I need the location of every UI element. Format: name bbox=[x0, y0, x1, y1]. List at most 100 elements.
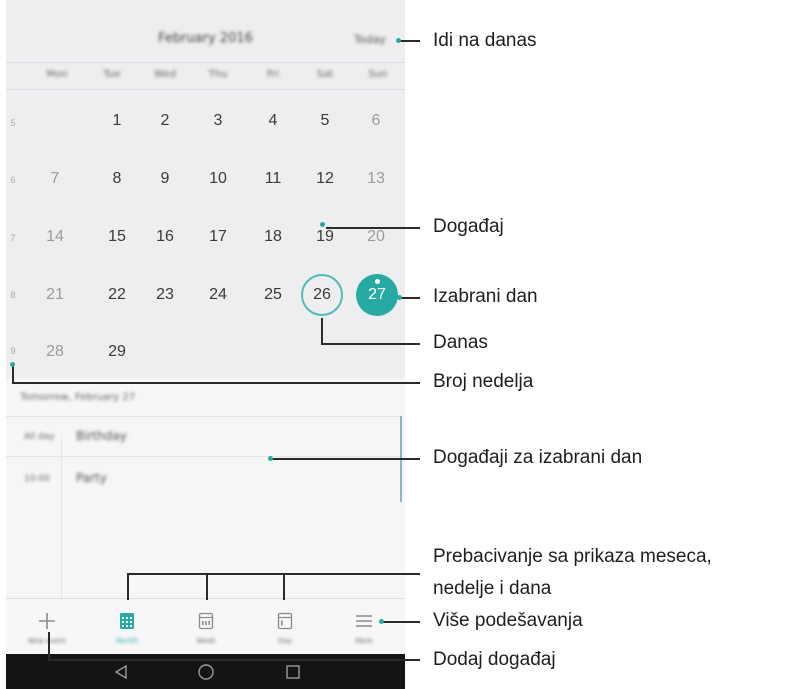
menu-icon bbox=[356, 615, 372, 627]
day-cell[interactable]: 15 bbox=[97, 228, 137, 246]
back-nav-icon[interactable] bbox=[113, 664, 129, 680]
day-cell-today[interactable]: 26 bbox=[302, 286, 342, 304]
day-cell[interactable]: 25 bbox=[253, 286, 293, 304]
day-cell[interactable]: 18 bbox=[253, 228, 293, 246]
event-item[interactable]: All day Birthday bbox=[6, 416, 400, 457]
leader-dot bbox=[396, 38, 401, 43]
annotation-add-event: Dodaj događaj bbox=[433, 649, 556, 670]
week-icon bbox=[198, 612, 214, 630]
week-number: 9 bbox=[10, 346, 16, 356]
leader-line bbox=[127, 573, 129, 600]
leader-line bbox=[283, 573, 285, 600]
event-title: Birthday bbox=[76, 429, 127, 443]
day-cell[interactable]: 24 bbox=[198, 286, 238, 304]
leader-line bbox=[326, 227, 420, 229]
event-dot bbox=[320, 222, 325, 227]
bottom-toolbar: New event Month Week Day More bbox=[6, 598, 405, 655]
today-button[interactable]: Today bbox=[354, 33, 386, 46]
tab-month[interactable]: Month bbox=[87, 599, 167, 655]
month-title: February 2016 bbox=[158, 31, 253, 46]
day-cell[interactable]: 2 bbox=[145, 112, 185, 130]
event-dot bbox=[375, 279, 380, 284]
more-menu-button[interactable]: More bbox=[324, 599, 404, 655]
annotation-events-for-selected-day: Događaji za izabrani dan bbox=[433, 447, 643, 468]
annotation-week-number: Broj nedelja bbox=[433, 371, 534, 392]
day-cell[interactable]: 10 bbox=[198, 170, 238, 188]
annotation-selected-day: Izabrani dan bbox=[433, 286, 538, 307]
leader-line bbox=[12, 382, 420, 384]
events-date-heading: Tomorrow, February 27 bbox=[20, 392, 136, 403]
leader-line bbox=[48, 659, 420, 661]
day-cell[interactable]: 11 bbox=[253, 170, 293, 188]
day-cell[interactable]: 23 bbox=[145, 286, 185, 304]
annotation-switch-views: Prebacivanje sa prikaza meseca, bbox=[433, 546, 712, 567]
day-cell[interactable]: 8 bbox=[97, 170, 137, 188]
annotation-more-settings: Više podešavanja bbox=[433, 610, 583, 631]
annotation-today: Danas bbox=[433, 332, 488, 353]
leader-dot bbox=[397, 295, 402, 300]
day-cell[interactable]: 7 bbox=[35, 170, 75, 188]
home-nav-icon[interactable] bbox=[197, 663, 215, 681]
leader-line bbox=[398, 40, 420, 42]
day-cell[interactable]: 16 bbox=[145, 228, 185, 246]
annotation-event: Događaj bbox=[433, 216, 504, 237]
day-cell[interactable]: 6 bbox=[356, 112, 396, 130]
day-cell[interactable]: 17 bbox=[198, 228, 238, 246]
day-cell[interactable]: 28 bbox=[35, 343, 75, 361]
calendar-month-view: February 2016 Today Mon Tue Wed Thu Fri … bbox=[6, 0, 405, 378]
tab-day[interactable]: Day bbox=[245, 599, 325, 655]
week-number: 5 bbox=[10, 118, 16, 128]
day-cell[interactable]: 20 bbox=[356, 228, 396, 246]
weekday-label: Wed bbox=[154, 69, 176, 80]
weekday-label: Thu bbox=[208, 69, 228, 80]
leader-line bbox=[127, 573, 420, 575]
day-cell[interactable]: 21 bbox=[35, 286, 75, 304]
leader-line bbox=[400, 297, 420, 299]
day-cell[interactable]: 19 bbox=[305, 228, 345, 246]
weekday-label: Sun bbox=[368, 69, 388, 80]
leader-line bbox=[382, 621, 420, 623]
leader-dot bbox=[10, 362, 15, 367]
day-cell[interactable]: 12 bbox=[305, 170, 345, 188]
tab-label: More bbox=[355, 637, 373, 645]
plus-icon bbox=[39, 613, 55, 629]
weekday-label: Mon bbox=[46, 69, 68, 80]
event-time: All day bbox=[24, 432, 55, 442]
leader-line bbox=[321, 343, 420, 345]
day-cell[interactable]: 4 bbox=[253, 112, 293, 130]
week-number: 8 bbox=[10, 290, 16, 300]
leader-line bbox=[48, 632, 50, 660]
day-cell[interactable]: 22 bbox=[97, 286, 137, 304]
leader-dot bbox=[379, 619, 384, 624]
day-cell[interactable]: 5 bbox=[305, 112, 345, 130]
day-cell-selected[interactable]: 27 bbox=[357, 286, 397, 304]
events-panel: Tomorrow, February 27 All day Birthday 1… bbox=[6, 378, 405, 598]
tab-label: Day bbox=[278, 637, 292, 645]
tab-label: Month bbox=[116, 637, 138, 645]
day-cell[interactable]: 3 bbox=[198, 112, 238, 130]
recents-nav-icon[interactable] bbox=[285, 664, 301, 680]
weekday-label: Sat bbox=[316, 69, 334, 80]
new-event-button[interactable]: New event bbox=[7, 599, 87, 655]
weekday-header-row: Mon Tue Wed Thu Fri Sat Sun bbox=[6, 62, 405, 90]
day-cell[interactable]: 1 bbox=[97, 112, 137, 130]
tab-label: Week bbox=[196, 637, 216, 645]
day-cell[interactable]: 9 bbox=[145, 170, 185, 188]
leader-dot bbox=[268, 456, 273, 461]
day-cell[interactable]: 13 bbox=[356, 170, 396, 188]
month-grid-icon bbox=[120, 613, 134, 629]
events-divider bbox=[61, 438, 62, 598]
day-icon bbox=[277, 612, 293, 630]
week-number: 7 bbox=[10, 233, 16, 243]
weekday-label: Fri bbox=[267, 69, 279, 80]
week-number: 6 bbox=[10, 175, 16, 185]
event-item[interactable]: 10:00 Party bbox=[6, 456, 400, 503]
day-cell[interactable]: 29 bbox=[97, 343, 137, 361]
tab-label: New event bbox=[28, 637, 66, 645]
day-cell[interactable]: 14 bbox=[35, 228, 75, 246]
weekday-label: Tue bbox=[103, 69, 121, 80]
annotation-switch-views-line2: nedelje i dana bbox=[433, 578, 552, 599]
leader-line bbox=[206, 573, 208, 600]
tab-week[interactable]: Week bbox=[166, 599, 246, 655]
event-time: 10:00 bbox=[24, 474, 50, 484]
